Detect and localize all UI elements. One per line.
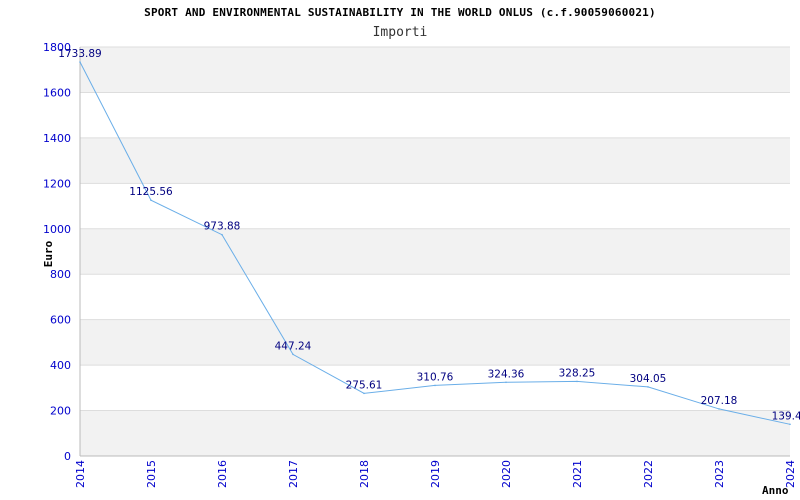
data-label: 139.48 <box>772 410 800 422</box>
x-tick-label: 2014 <box>74 460 87 488</box>
data-label: 275.61 <box>346 379 383 391</box>
x-tick-label: 2019 <box>429 460 442 488</box>
y-tick-label: 1200 <box>43 177 71 190</box>
data-point <box>150 199 152 202</box>
line-chart: 020040060080010001200140016001800 2014 20… <box>42 41 800 497</box>
x-tick-label: 2015 <box>145 460 158 488</box>
data-point <box>221 233 223 236</box>
data-label: 973.88 <box>204 221 241 233</box>
plot-background-bands <box>80 47 790 456</box>
background-band <box>80 228 790 275</box>
background-band <box>80 319 790 366</box>
y-axis-title: Euro <box>42 240 55 267</box>
x-tick-label: 2023 <box>713 460 726 488</box>
x-tick-label: 2021 <box>571 460 584 488</box>
data-point <box>718 408 720 410</box>
data-point <box>789 423 791 426</box>
data-point <box>363 392 365 395</box>
x-tick-label: 2016 <box>216 460 229 488</box>
x-axis-ticks: 2014 2015 2016 2017 2018 2019 2020 2021 2022 2023… <box>74 460 797 488</box>
data-point <box>576 380 578 383</box>
data-point <box>79 61 81 63</box>
x-tick-label: 2022 <box>642 460 655 488</box>
x-tick-label: 2018 <box>358 460 371 488</box>
data-label: 324.36 <box>488 368 525 380</box>
data-label: 447.24 <box>275 340 312 352</box>
data-label: 304.05 <box>630 373 667 385</box>
x-axis-title: Anno <box>762 484 789 497</box>
data-label: 207.18 <box>701 395 738 407</box>
background-band <box>80 137 790 184</box>
x-tick-label: 2017 <box>287 460 300 488</box>
y-tick-label: 600 <box>50 314 71 327</box>
y-tick-label: 1000 <box>43 223 71 236</box>
background-band <box>80 47 790 93</box>
data-point <box>292 353 294 356</box>
data-point <box>505 381 507 384</box>
data-label: 1733.89 <box>58 48 101 60</box>
y-tick-label: 1600 <box>43 86 71 99</box>
data-label: 310.76 <box>417 371 454 383</box>
chart-root: SPORT AND ENVIRONMENTAL SUSTAINABILITY I… <box>0 0 800 500</box>
data-point <box>647 386 649 388</box>
y-tick-label: 400 <box>50 359 71 372</box>
y-tick-label: 800 <box>50 268 71 281</box>
y-tick-label: 200 <box>50 405 71 418</box>
data-label: 1125.56 <box>129 186 173 198</box>
x-tick-label: 2020 <box>500 460 513 488</box>
data-label: 328.25 <box>559 367 596 379</box>
y-tick-label: 1400 <box>43 132 71 145</box>
data-point <box>434 384 436 387</box>
y-tick-label: 0 <box>64 450 71 463</box>
background-band <box>80 410 790 456</box>
